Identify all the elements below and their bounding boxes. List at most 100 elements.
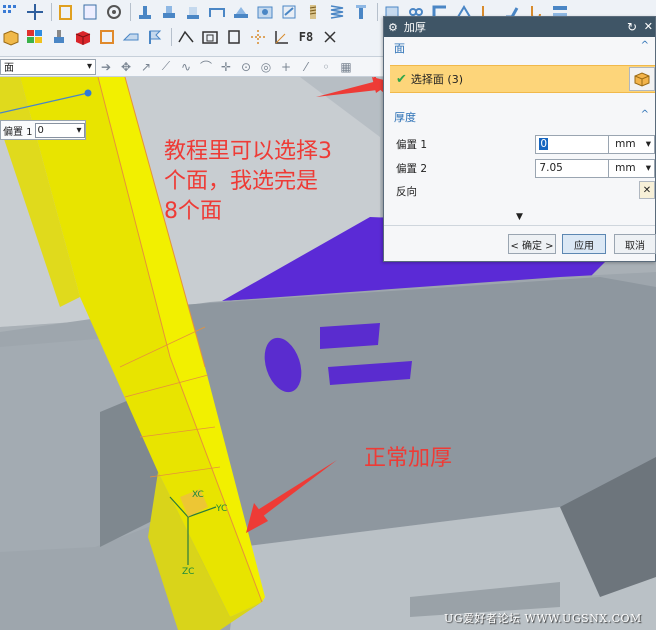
boss-icon[interactable] [278,1,300,23]
annotation-line-2: 个面，我选完是 [164,169,319,194]
select-face-label: 选择面 (3) [410,73,463,86]
offset-2-row: 偏置 2 7.05 mm ▾ [396,158,655,178]
chevron-down-icon: ▾ [76,124,82,136]
reverse-direction-icon: ✕ [642,184,652,196]
type-filter-dropdown[interactable]: 面 ▾ [0,58,96,75]
select-body-icon[interactable]: ▦ [338,59,354,75]
annotation-note: 教程里可以选择3 个面，我选完是 8个面 [164,137,332,227]
select-slash-icon[interactable]: ⁄ [298,59,314,75]
measure-icon[interactable] [175,26,197,48]
close-icon[interactable]: ✕ [644,20,653,33]
select-cross-icon[interactable]: ✛ [218,59,234,75]
offset-1-unit: mm [615,138,636,150]
box-icon[interactable] [0,26,22,48]
apply-button[interactable]: 应用 [562,234,606,254]
dialog-titlebar[interactable]: ⚙ 加厚 ↻ ✕ [384,17,655,37]
thread-icon[interactable] [302,1,324,23]
offset-2-unit: mm [615,162,636,174]
sketch-icon[interactable] [55,1,77,23]
gear-icon[interactable] [103,1,125,23]
pad-icon[interactable] [182,1,204,23]
checkmark-icon: ✔ [396,71,407,87]
xc-axis-label: XC [192,490,204,500]
f8-view-button[interactable]: F8 [295,26,317,48]
annotation-normal-thicken: 正常加厚 [364,446,453,471]
dimension-icon[interactable] [247,26,269,48]
axis-icon[interactable] [271,26,293,48]
select-point2-icon[interactable]: ◦ [318,59,334,75]
paint-brush-icon[interactable] [48,26,70,48]
offset-1-row: 偏置 1 0 mm ▾ [396,134,655,154]
prism-icon[interactable] [120,26,142,48]
reverse-row: 反向 ✕ [396,181,655,201]
select-line-icon[interactable]: ↗ [138,59,154,75]
type-filter-value: 面 [4,63,14,74]
pin-icon[interactable] [350,1,372,23]
grid-snap-icon[interactable] [0,1,22,23]
shell-icon[interactable] [199,26,221,48]
rect-slot-top [320,323,380,349]
offset-1-unit-select[interactable]: mm ▾ [609,134,655,154]
thickness-section-header[interactable]: 厚度 ^ [388,109,655,125]
manipulator-handle [84,89,92,97]
bridge-icon[interactable] [206,1,228,23]
gear-icon[interactable]: ⚙ [388,21,398,34]
chevron-up-icon[interactable]: ^ [641,109,649,120]
red-cube-icon[interactable] [72,26,94,48]
offset-popup-label: 偏置 1 [3,126,33,138]
chevron-down-icon[interactable]: ▼ [516,212,523,222]
extrude-icon[interactable] [158,1,180,23]
offset-1-input[interactable]: 0 [535,134,610,154]
select-curve-icon[interactable]: ⟋ [158,59,174,75]
spring-icon[interactable] [326,1,348,23]
select-node-icon[interactable]: ◎ [258,59,274,75]
face-cube-icon [634,72,650,87]
offset-2-unit-select[interactable]: mm ▾ [609,158,655,178]
offset-popup-field[interactable]: 0 ▾ [34,122,85,138]
chevron-up-icon[interactable]: ^ [641,40,649,51]
sheet-icon[interactable] [79,1,101,23]
toolbar-separator [130,3,131,21]
reset-icon[interactable]: ↻ [627,20,637,34]
toolbar-separator [377,3,378,21]
select-spline-icon[interactable]: ∿ [178,59,194,75]
select-face-row[interactable]: ✔ 选择面 (3) [390,65,655,93]
offset-2-input[interactable]: 7.05 [535,158,610,178]
toolbar-separator [51,3,52,21]
face-section-header[interactable]: 面 ^ [388,40,655,56]
chevron-down-icon: ▾ [645,162,651,174]
offset-onscreen-input: 偏置 1 0 ▾ [0,120,86,140]
frame-icon[interactable] [96,26,118,48]
annotation-line-1: 教程里可以选择3 [164,139,332,164]
forum-watermark: UG爱好者论坛 WWW.UGSNX.COM [444,612,642,625]
stamp-icon[interactable] [134,1,156,23]
more-options-toggle[interactable]: ▼ [384,212,655,222]
offset-1-value: 0 [539,138,549,150]
select-point-icon[interactable]: ✥ [118,59,134,75]
chevron-down-icon: ▾ [86,61,92,72]
rib-icon[interactable] [230,1,252,23]
close-view-icon[interactable] [319,26,341,48]
select-arc-icon[interactable]: ⌒ [198,59,214,75]
thicken-dialog: ⚙ 加厚 ↻ ✕ 面 ^ ✔ 选择面 (3) 厚度 ^ 偏置 1 0 mm ▾ … [383,16,656,262]
dialog-title: 加厚 [403,21,426,34]
face-section-title: 面 [394,42,405,55]
offset-1-label: 偏置 1 [396,138,428,151]
offset-popup-value: 0 [37,124,44,136]
select-circle-icon[interactable]: ⊙ [238,59,254,75]
arrow-right-icon[interactable]: ➔ [98,59,114,75]
reverse-label: 反向 [396,185,417,198]
select-plus-icon[interactable]: + [278,59,294,75]
toolbar-row-2: F8 [0,25,343,49]
cancel-button[interactable]: 取消 [614,234,656,254]
color-palette-icon[interactable] [24,26,46,48]
face-selection-button[interactable] [629,67,655,91]
reverse-direction-button[interactable]: ✕ [639,181,655,199]
zc-axis-label: ZC [182,567,195,577]
flag-icon[interactable] [144,26,166,48]
hole-icon[interactable] [254,1,276,23]
offset-2-value: 7.05 [539,162,563,174]
section-icon[interactable] [223,26,245,48]
ok-button[interactable]: < 确定 > [508,234,556,254]
move-icon[interactable] [24,1,46,23]
